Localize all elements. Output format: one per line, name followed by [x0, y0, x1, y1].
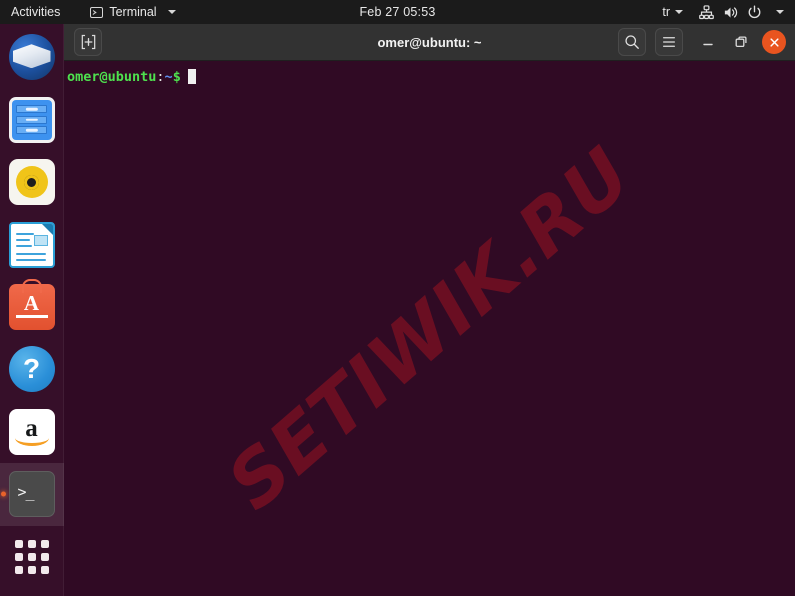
chevron-down-icon [776, 10, 784, 14]
terminal-content[interactable]: SETIWIK.RU omer@ubuntu:~$ [64, 61, 795, 596]
window-controls [618, 28, 786, 56]
terminal-icon: >_ [8, 471, 55, 518]
app-menu-label: Terminal [109, 5, 157, 19]
terminal-icon [90, 6, 104, 18]
dock-item-ubuntu-software[interactable]: A [0, 276, 64, 338]
show-applications-button[interactable] [0, 526, 64, 588]
keyboard-layout-button[interactable]: tr [656, 0, 689, 24]
amazon-icon: a [8, 408, 55, 455]
menu-button[interactable] [655, 28, 683, 56]
grid-icon [14, 539, 49, 574]
keyboard-layout-label: tr [662, 5, 670, 19]
power-icon [748, 4, 761, 18]
terminal-prompt-line: omer@ubuntu:~$ [64, 61, 795, 86]
dock: A a >_ [0, 24, 64, 596]
search-button[interactable] [618, 28, 646, 56]
window-titlebar[interactable]: omer@ubuntu: ~ [64, 24, 795, 61]
top-bar-right: tr [656, 0, 791, 24]
chevron-down-icon [167, 10, 176, 14]
terminal-window: omer@ubuntu: ~ SETIWIK.RU omer@ubuntu:~$ [64, 24, 795, 596]
dock-item-rhythmbox[interactable] [0, 151, 64, 213]
maximize-button[interactable] [729, 30, 753, 54]
prompt-user-host: omer@ubuntu [67, 69, 157, 85]
close-icon [769, 37, 779, 47]
clock-button[interactable]: Feb 27 05:53 [328, 0, 468, 24]
search-icon [625, 35, 639, 49]
rhythmbox-icon [8, 159, 55, 206]
activities-label: Activities [11, 5, 61, 19]
dock-item-amazon[interactable]: a [0, 401, 64, 463]
activities-button[interactable]: Activities [4, 0, 67, 24]
prompt-colon: : [156, 69, 165, 85]
files-icon [8, 96, 55, 143]
watermark-text: SETIWIK.RU [211, 130, 648, 527]
prompt-path: ~ [164, 69, 173, 85]
minimize-icon [703, 43, 713, 46]
network-icon [699, 4, 714, 19]
clock-label: Feb 27 05:53 [359, 5, 436, 19]
desktop-screen: Activities Terminal Feb 27 05:53 tr A ? … [0, 0, 795, 596]
chevron-down-icon [675, 10, 683, 14]
libreoffice-writer-icon [8, 221, 55, 268]
app-menu-terminal[interactable]: Terminal [83, 0, 182, 24]
thunderbird-icon [8, 34, 55, 81]
dock-item-help[interactable] [0, 338, 64, 400]
help-icon [8, 346, 55, 393]
minimize-button[interactable] [696, 30, 720, 54]
new-tab-button[interactable] [74, 28, 102, 56]
hamburger-menu-icon [663, 37, 675, 47]
system-status-menu[interactable] [689, 0, 791, 24]
dock-item-terminal[interactable]: >_ [0, 463, 64, 526]
top-bar: Activities Terminal Feb 27 05:53 tr [0, 0, 795, 24]
new-tab-icon [81, 34, 95, 50]
ubuntu-software-icon: A [8, 283, 55, 330]
close-button[interactable] [762, 30, 786, 54]
dock-item-libreoffice-writer[interactable] [0, 213, 64, 275]
volume-icon [724, 6, 738, 18]
prompt-symbol: $ [172, 69, 181, 85]
dock-item-files[interactable] [0, 88, 64, 150]
terminal-cursor [187, 69, 196, 84]
maximize-icon [735, 36, 747, 48]
dock-item-thunderbird[interactable] [0, 26, 64, 88]
